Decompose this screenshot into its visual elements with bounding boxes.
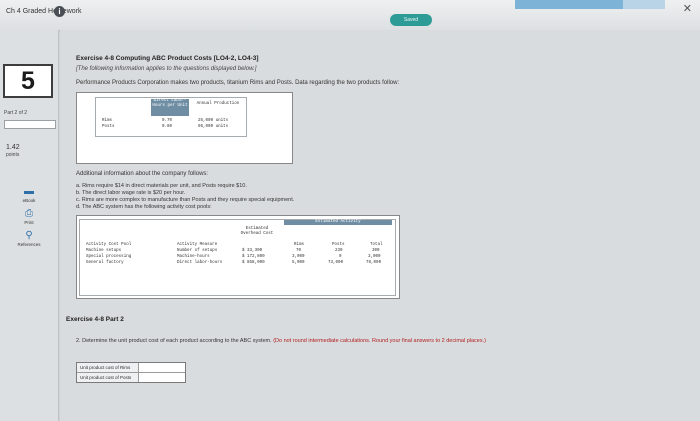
info-item: b. The direct labor wage rate is $20 per… — [76, 190, 186, 196]
activity-cost-table: Estimated Activity Estimated Overhead Co… — [76, 215, 400, 299]
overhead-cost: $ 858,000 — [242, 261, 265, 265]
additional-info-title: Additional information about the company… — [76, 171, 209, 177]
activity-measure: Number of setups — [177, 249, 218, 253]
answer-row-posts: Unit product cost of Posts — [77, 373, 185, 382]
posts-activity: 230 — [335, 249, 343, 253]
progress-bar — [515, 0, 665, 9]
product-name: Rims — [102, 119, 113, 123]
question-number: 5 — [3, 64, 53, 98]
info-item: c. Rims are more complex to manufacture … — [76, 197, 295, 203]
col-production-header: Annual Production — [196, 102, 240, 106]
answer-label-rims: Unit product cost of Rims — [77, 363, 139, 372]
ebook-label: eBook — [22, 198, 36, 203]
answer-row-rims: Unit product cost of Rims — [77, 363, 185, 373]
col-overhead-header: Estimated Overhead Cost — [240, 227, 274, 236]
print-label: Print — [24, 220, 34, 225]
exercise-note: [The following information applies to th… — [76, 66, 257, 72]
col-total-header: Total — [370, 243, 383, 247]
rims-activity: 5,000 — [292, 261, 305, 265]
references-label: References — [17, 242, 41, 247]
references-button[interactable]: ⚲ References — [4, 230, 54, 247]
part2-title: Exercise 4-8 Part 2 — [66, 316, 124, 323]
exercise-intro: Performance Products Corporation makes t… — [76, 80, 400, 86]
ebook-icon: ▬ — [24, 186, 34, 197]
posts-activity: 0 — [339, 255, 342, 259]
col-pool-header: Activity Cost Pool — [86, 243, 132, 247]
info-icon[interactable]: i — [54, 6, 65, 17]
labor-hours: 0.80 — [162, 125, 173, 129]
question-sidebar: 5 Part 2 of 2 1.42 points ▬ eBook ⎙ Prin… — [0, 30, 59, 421]
production-units: 96,000 units — [198, 125, 229, 129]
total-activity: 78,000 — [366, 261, 382, 265]
assignment-title: Ch 4 Graded Homework — [6, 8, 82, 15]
info-item: a. Rims require $14 in direct materials … — [76, 183, 247, 189]
product-table-grid: Direct Labor-Hours per Unit Annual Produ… — [95, 97, 247, 137]
overhead-cost: $ 172,800 — [242, 255, 265, 259]
pool-name: Machine setups — [86, 249, 122, 253]
points-label: points — [6, 152, 20, 158]
posts-activity: 73,000 — [328, 261, 344, 265]
info-item: d. The ABC system has the following acti… — [76, 204, 212, 210]
posts-unit-cost-input[interactable] — [140, 373, 185, 382]
instruction-rounding-note: (Do not round intermediate calculations.… — [273, 338, 486, 344]
answer-table: Unit product cost of Rims Unit product c… — [76, 362, 186, 383]
product-data-table: Direct Labor-Hours per Unit Annual Produ… — [76, 92, 293, 164]
rims-unit-cost-input[interactable] — [140, 363, 185, 372]
top-bar: Ch 4 Graded Homework i Saved ✕ — [0, 0, 700, 31]
close-icon[interactable]: ✕ — [683, 2, 692, 15]
part-indicator: Part 2 of 2 — [4, 110, 28, 116]
col-labor-header: Direct Labor-Hours per Unit — [151, 99, 189, 116]
saved-button[interactable]: Saved — [390, 14, 432, 26]
print-button[interactable]: ⎙ Print — [4, 208, 54, 225]
part-selector[interactable] — [4, 120, 56, 129]
pool-name: Special processing — [86, 255, 132, 259]
exercise-title: Exercise 4-8 Computing ABC Product Costs… — [76, 55, 259, 62]
activity-measure: Direct labor-hours — [177, 261, 223, 265]
progress-fill — [515, 0, 623, 9]
estimated-activity-header: Estimated Activity — [284, 220, 392, 225]
col-measure-header: Activity Measure — [177, 243, 218, 247]
part2-instruction: 2. Determine the unit product cost of ea… — [76, 338, 486, 345]
total-activity: 3,000 — [368, 255, 381, 259]
product-name: Posts — [102, 125, 115, 129]
col-posts-header: Posts — [332, 243, 345, 247]
rims-activity: 3,000 — [292, 255, 305, 259]
rims-activity: 70 — [296, 249, 302, 253]
references-icon: ⚲ — [25, 230, 33, 241]
col-rims-header: Rims — [294, 243, 305, 247]
pool-name: General factory — [86, 261, 124, 265]
labor-hours: 0.70 — [162, 119, 173, 123]
activity-measure: Machine-hours — [177, 255, 210, 259]
activity-table-grid: Estimated Activity Estimated Overhead Co… — [79, 219, 396, 296]
total-activity: 300 — [372, 249, 380, 253]
production-units: 26,000 units — [198, 119, 229, 123]
instruction-text: 2. Determine the unit product cost of ea… — [76, 338, 272, 344]
ebook-button[interactable]: ▬ eBook — [4, 186, 54, 203]
points-value: 1.42 — [6, 144, 20, 151]
overhead-cost: $ 33,300 — [242, 249, 263, 253]
answer-label-posts: Unit product cost of Posts — [77, 373, 139, 382]
question-content: Exercise 4-8 Computing ABC Product Costs… — [60, 30, 700, 421]
print-icon: ⎙ — [25, 208, 33, 219]
